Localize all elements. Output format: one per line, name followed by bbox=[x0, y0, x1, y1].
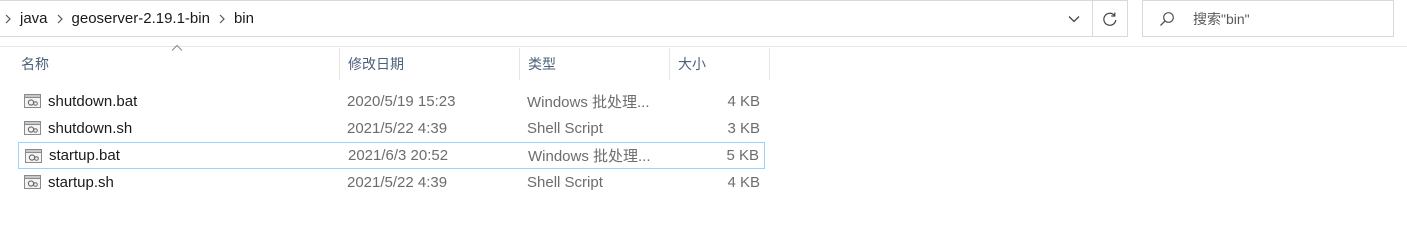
file-row-selected[interactable]: startup.bat 2021/6/3 20:52 Windows 批处理..… bbox=[18, 142, 765, 169]
address-history-dropdown[interactable] bbox=[1056, 1, 1092, 36]
breadcrumb-item-bin[interactable]: bin bbox=[230, 1, 258, 36]
search-placeholder: 搜索"bin" bbox=[1193, 10, 1250, 27]
refresh-icon bbox=[1103, 12, 1117, 26]
file-row[interactable]: shutdown.bat 2020/5/19 15:23 Windows 批处理… bbox=[18, 88, 765, 115]
batch-file-icon bbox=[24, 94, 41, 108]
search-icon bbox=[1160, 11, 1174, 26]
column-header-type[interactable]: 类型 bbox=[520, 48, 670, 80]
column-header-size[interactable]: 大小 bbox=[670, 48, 770, 80]
file-date: 2021/5/22 4:39 bbox=[347, 120, 448, 137]
file-size: 5 KB bbox=[726, 147, 759, 164]
file-size: 4 KB bbox=[727, 93, 760, 110]
file-size: 3 KB bbox=[727, 120, 760, 137]
file-type: Windows 批处理... bbox=[528, 148, 651, 165]
breadcrumb-item-java[interactable]: java bbox=[16, 1, 52, 36]
batch-file-icon bbox=[25, 149, 42, 163]
chevron-right-icon[interactable] bbox=[214, 1, 230, 36]
script-file-icon bbox=[24, 121, 41, 135]
chevron-right-icon[interactable] bbox=[52, 1, 68, 36]
file-date: 2021/6/3 20:52 bbox=[348, 147, 449, 164]
file-size: 4 KB bbox=[727, 174, 760, 191]
file-name: shutdown.bat bbox=[48, 93, 138, 110]
file-name: startup.bat bbox=[49, 147, 120, 164]
chevron-right-icon[interactable] bbox=[0, 1, 16, 36]
file-date: 2021/5/22 4:39 bbox=[347, 174, 448, 191]
file-name: startup.sh bbox=[48, 174, 114, 191]
file-type: Shell Script bbox=[527, 174, 603, 191]
file-type: Shell Script bbox=[527, 120, 603, 137]
column-header-name[interactable]: 名称 bbox=[13, 48, 340, 80]
script-file-icon bbox=[24, 175, 41, 189]
search-input[interactable]: 搜索"bin" bbox=[1142, 0, 1394, 37]
breadcrumb: java geoserver-2.19.1-bin bin bbox=[0, 1, 1056, 36]
address-bar[interactable]: java geoserver-2.19.1-bin bin bbox=[0, 0, 1128, 37]
column-header-date-modified[interactable]: 修改日期 bbox=[340, 48, 520, 80]
refresh-button[interactable] bbox=[1092, 1, 1127, 36]
file-row[interactable]: shutdown.sh 2021/5/22 4:39 Shell Script … bbox=[18, 115, 765, 142]
divider bbox=[0, 46, 1407, 47]
file-type: Windows 批处理... bbox=[527, 94, 650, 111]
file-row[interactable]: startup.sh 2021/5/22 4:39 Shell Script 4… bbox=[18, 169, 765, 196]
chevron-down-icon bbox=[1068, 15, 1080, 22]
file-name: shutdown.sh bbox=[48, 120, 133, 137]
breadcrumb-item-geoserver[interactable]: geoserver-2.19.1-bin bbox=[68, 1, 214, 36]
file-date: 2020/5/19 15:23 bbox=[347, 93, 456, 110]
